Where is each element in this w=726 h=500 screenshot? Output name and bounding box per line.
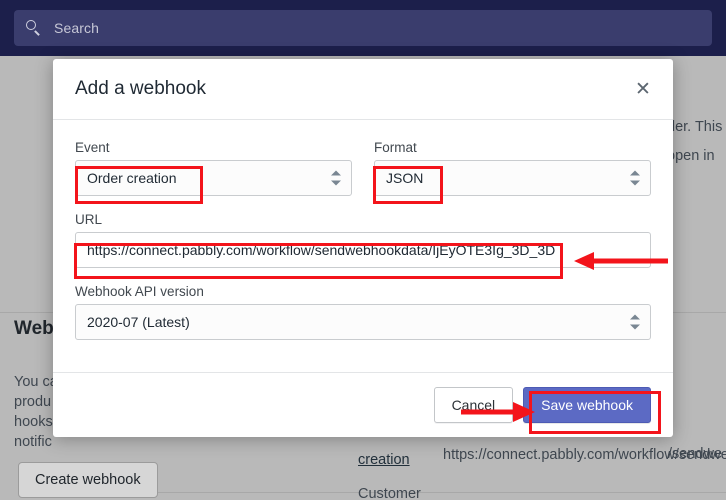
api-version-label: Webhook API version bbox=[75, 284, 204, 299]
webhooks-description-line: notific bbox=[14, 434, 52, 450]
save-webhook-button[interactable]: Save webhook bbox=[523, 387, 651, 423]
modal-header: Add a webhook ✕ bbox=[53, 59, 673, 120]
background-webhook-event-link[interactable]: creation bbox=[358, 452, 410, 468]
event-select[interactable]: Order creation bbox=[75, 160, 352, 196]
background-right-text: der. This bbox=[667, 119, 723, 135]
search-icon bbox=[26, 20, 42, 36]
event-format-row: Event Order creation Format JSON bbox=[75, 140, 651, 196]
webhooks-description-line: produ bbox=[14, 394, 52, 410]
event-field-group: Event Order creation bbox=[75, 140, 352, 196]
modal-footer: Cancel Save webhook bbox=[53, 372, 673, 437]
url-field-group: URL https://connect.pabbly.com/workflow/… bbox=[75, 212, 651, 268]
event-select-value: Order creation bbox=[87, 170, 177, 186]
close-icon[interactable]: ✕ bbox=[630, 77, 656, 103]
api-version-field-group: Webhook API version 2020-07 (Latest) bbox=[75, 284, 651, 340]
background-webhook-event-link: Customer bbox=[358, 486, 421, 500]
page-title: Add a webhook bbox=[75, 78, 206, 99]
top-navigation-bar: Search bbox=[0, 0, 726, 56]
format-label: Format bbox=[374, 140, 417, 155]
format-select-value: JSON bbox=[386, 170, 424, 186]
webhooks-description-line: hooks bbox=[14, 414, 53, 430]
background-webhook-url: https://connect.pabbly.com/workflow/send… bbox=[443, 447, 726, 463]
background-right-text: open in bbox=[667, 148, 715, 164]
url-input-value: https://connect.pabbly.com/workflow/send… bbox=[87, 242, 556, 258]
create-webhook-button[interactable]: Create webhook bbox=[18, 462, 158, 498]
cancel-button[interactable]: Cancel bbox=[433, 387, 514, 423]
add-webhook-modal: Add a webhook ✕ Event Order creation For… bbox=[53, 59, 673, 437]
webhooks-description-line: You ca bbox=[14, 374, 58, 390]
url-label: URL bbox=[75, 212, 103, 227]
format-select[interactable]: JSON bbox=[374, 160, 651, 196]
event-label: Event bbox=[75, 140, 110, 155]
stepper-arrows-icon bbox=[630, 170, 640, 186]
search-input[interactable]: Search bbox=[14, 10, 712, 46]
format-field-group: Format JSON bbox=[374, 140, 651, 196]
modal-body: Event Order creation Format JSON URL htt… bbox=[53, 120, 673, 340]
api-version-select[interactable]: 2020-07 (Latest) bbox=[75, 304, 651, 340]
stepper-arrows-icon bbox=[630, 314, 640, 330]
url-input[interactable]: https://connect.pabbly.com/workflow/send… bbox=[75, 232, 651, 268]
search-placeholder-text: Search bbox=[54, 20, 99, 36]
api-version-select-value: 2020-07 (Latest) bbox=[87, 314, 190, 330]
stepper-arrows-icon bbox=[331, 170, 341, 186]
